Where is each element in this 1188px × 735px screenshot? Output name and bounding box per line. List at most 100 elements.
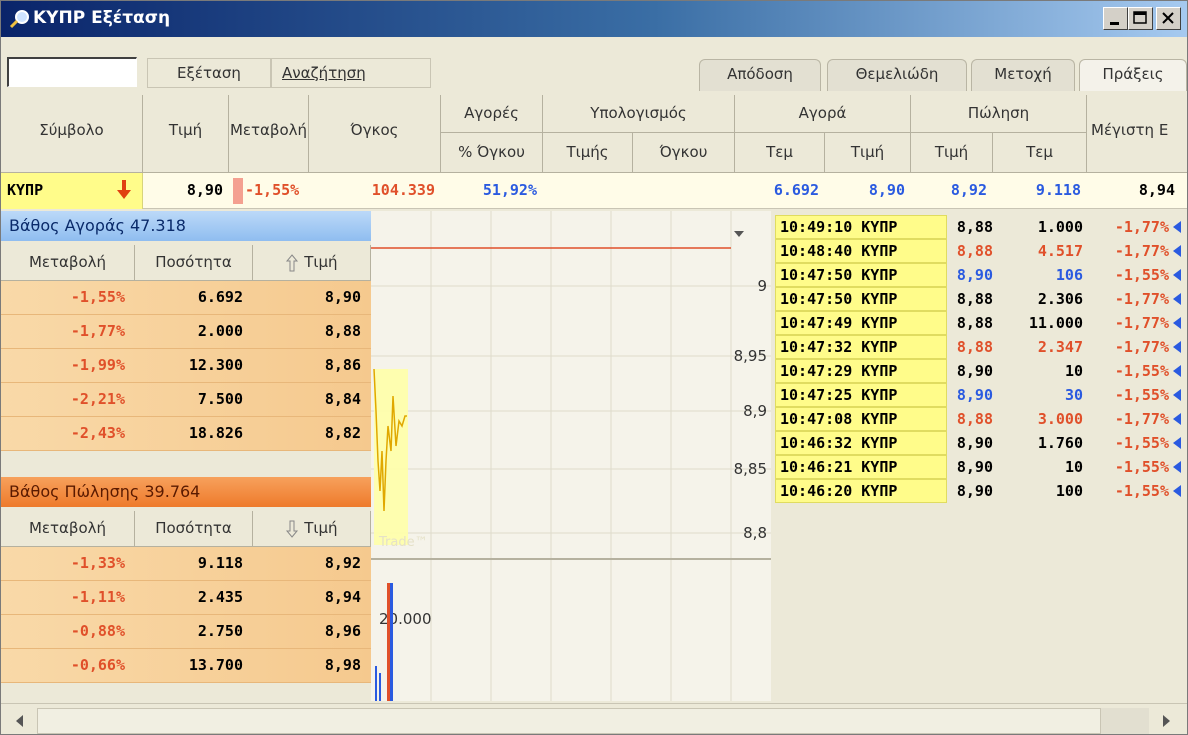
header-calc-volume[interactable]: Όγκου xyxy=(633,133,735,173)
trade-row[interactable]: 10:47:49 ΚΥΠΡ 8,88 11.000 -1,77% xyxy=(771,311,1187,335)
trade-direction-icon xyxy=(1173,413,1181,425)
trade-row[interactable]: 10:47:50 ΚΥΠΡ 8,88 2.306 -1,77% xyxy=(771,287,1187,311)
header-volume[interactable]: Όγκος xyxy=(309,95,441,173)
bid_depth-row[interactable]: -1,77% 2.000 8,88 xyxy=(1,315,371,349)
search-button[interactable]: Αναζήτηση xyxy=(271,58,431,88)
quote-volume: 104.339 xyxy=(371,181,435,199)
trade-row[interactable]: 10:47:08 ΚΥΠΡ 8,88 3.000 -1,77% xyxy=(771,407,1187,431)
trade-time: 10:46:32 ΚΥΠΡ xyxy=(775,431,947,455)
trade-row[interactable]: 10:47:25 ΚΥΠΡ 8,90 30 -1,55% xyxy=(771,383,1187,407)
header-ask-qty[interactable]: Τεμ xyxy=(993,133,1087,173)
ask_depth-price: 8,96 xyxy=(324,622,361,640)
quote-ask-qty: 9.118 xyxy=(1035,181,1081,199)
volume-bar xyxy=(387,583,390,701)
ask-col-price[interactable]: Τιμή xyxy=(253,511,371,547)
quote-symbol-cell[interactable]: ΚΥΠΡ xyxy=(1,173,143,209)
trade-time: 10:47:32 ΚΥΠΡ xyxy=(775,335,947,359)
header-symbol[interactable]: Σύμβολο xyxy=(1,95,143,173)
bid-col-price[interactable]: Τιμή xyxy=(253,245,371,281)
trade-row[interactable]: 10:48:40 ΚΥΠΡ 8,88 4.517 -1,77% xyxy=(771,239,1187,263)
bid_depth-price: 8,84 xyxy=(324,390,361,408)
trade-price: 8,90 xyxy=(956,482,993,500)
trade-qty: 4.517 xyxy=(1037,242,1083,260)
trade-change: -1,77% xyxy=(1114,314,1169,332)
trade-qty: 100 xyxy=(1055,482,1083,500)
ask_depth-row[interactable]: -0,88% 2.750 8,96 xyxy=(1,615,371,649)
ask_depth-change: -1,33% xyxy=(70,554,125,572)
scroll-thumb[interactable] xyxy=(37,708,1101,734)
horizontal-scrollbar[interactable] xyxy=(1,703,1187,734)
examine-button[interactable]: Εξέταση xyxy=(147,58,271,88)
trade-direction-icon xyxy=(1173,485,1181,497)
title-bar[interactable]: ΚΥΠΡ Εξέταση xyxy=(1,1,1187,37)
header-calc-price[interactable]: Τιμής xyxy=(543,133,633,173)
trade-qty: 11.000 xyxy=(1028,314,1083,332)
quote-table-header: Σύμβολο Τιμή Μεταβολή Όγκος Αγορές % Όγκ… xyxy=(1,95,1187,175)
bid_depth-row[interactable]: -1,99% 12.300 8,86 xyxy=(1,349,371,383)
trade-row[interactable]: 10:46:21 ΚΥΠΡ 8,90 10 -1,55% xyxy=(771,455,1187,479)
bid-col-change[interactable]: Μεταβολή xyxy=(1,245,135,281)
trade-row[interactable]: 10:47:32 ΚΥΠΡ 8,88 2.347 -1,77% xyxy=(771,335,1187,359)
ask_depth-row[interactable]: -1,11% 2.435 8,94 xyxy=(1,581,371,615)
header-price[interactable]: Τιμή xyxy=(143,95,229,173)
bid_depth-change: -1,77% xyxy=(70,322,125,340)
tab-trades[interactable]: Πράξεις xyxy=(1079,59,1187,91)
bid_depth-change: -1,99% xyxy=(70,356,125,374)
trade-change: -1,55% xyxy=(1114,458,1169,476)
trade-row[interactable]: 10:47:50 ΚΥΠΡ 8,90 106 -1,55% xyxy=(771,263,1187,287)
quote-symbol: ΚΥΠΡ xyxy=(7,181,44,199)
header-bid[interactable]: Αγορά xyxy=(735,95,911,133)
header-max[interactable]: Μέγιστη Ε xyxy=(1087,95,1187,173)
bid-col-qty[interactable]: Ποσότητα xyxy=(135,245,253,281)
trade-row[interactable]: 10:46:20 ΚΥΠΡ 8,90 100 -1,55% xyxy=(771,479,1187,503)
header-calc[interactable]: Υπολογισμός xyxy=(543,95,735,133)
trade-change: -1,55% xyxy=(1114,386,1169,404)
trade-row[interactable]: 10:47:29 ΚΥΠΡ 8,90 10 -1,55% xyxy=(771,359,1187,383)
close-button[interactable] xyxy=(1156,7,1181,30)
header-change[interactable]: Μεταβολή xyxy=(229,95,309,173)
trade-row[interactable]: 10:46:32 ΚΥΠΡ 8,90 1.760 -1,55% xyxy=(771,431,1187,455)
maximize-button[interactable] xyxy=(1128,7,1153,30)
trade-time: 10:47:25 ΚΥΠΡ xyxy=(775,383,947,407)
bid_depth-qty: 2.000 xyxy=(197,322,243,340)
ask_depth-row[interactable]: -0,66% 13.700 8,98 xyxy=(1,649,371,683)
bid_depth-row[interactable]: -1,55% 6.692 8,90 xyxy=(1,281,371,315)
scroll-track[interactable] xyxy=(1101,708,1149,734)
trade-qty: 2.347 xyxy=(1037,338,1083,356)
header-bid-price[interactable]: Τιμή xyxy=(825,133,911,173)
bid_depth-qty: 6.692 xyxy=(197,288,243,306)
sort-down-icon xyxy=(286,520,299,538)
trade-direction-icon xyxy=(1173,269,1181,281)
trade-time: 10:48:40 ΚΥΠΡ xyxy=(775,239,947,263)
intraday-chart[interactable]: 9 8,95 8,9 8,85 8,8 Trade™ 20.000 xyxy=(371,211,771,701)
symbol-input[interactable] xyxy=(7,57,137,87)
quote-window: ΚΥΠΡ Εξέταση Εξέταση Αναζήτηση Απόδοση Θ… xyxy=(0,0,1188,735)
bid_depth-row[interactable]: -2,21% 7.500 8,84 xyxy=(1,383,371,417)
header-ask-price[interactable]: Τιμή xyxy=(911,133,993,173)
bid_depth-price: 8,88 xyxy=(324,322,361,340)
trade-row[interactable]: 10:49:10 ΚΥΠΡ 8,88 1.000 -1,77% xyxy=(771,215,1187,239)
header-buys[interactable]: Αγορές xyxy=(441,95,543,133)
scroll-right-icon[interactable] xyxy=(1151,708,1181,734)
ask_depth-row[interactable]: -1,33% 9.118 8,92 xyxy=(1,547,371,581)
bid_depth-row[interactable]: -2,43% 18.826 8,82 xyxy=(1,417,371,451)
trade-qty: 1.000 xyxy=(1037,218,1083,236)
ask-col-change[interactable]: Μεταβολή xyxy=(1,511,135,547)
minimize-button[interactable] xyxy=(1103,7,1128,30)
quote-bid-qty: 6.692 xyxy=(773,181,819,199)
header-ask[interactable]: Πώληση xyxy=(911,95,1087,133)
tab-fundamentals[interactable]: Θεμελιώδη xyxy=(827,59,967,91)
ask-col-qty[interactable]: Ποσότητα xyxy=(135,511,253,547)
quote-row[interactable]: ΚΥΠΡ 8,90 -1,55% 104.339 51,92% 6.692 8,… xyxy=(1,173,1187,209)
arrow-down-icon xyxy=(117,180,131,199)
header-bid-qty[interactable]: Τεμ xyxy=(735,133,825,173)
trade-change: -1,55% xyxy=(1114,434,1169,452)
quote-bid-price: 8,90 xyxy=(868,181,905,199)
close-icon xyxy=(1162,12,1174,24)
tab-performance[interactable]: Απόδοση xyxy=(699,59,821,91)
header-buys-pct[interactable]: % Όγκου xyxy=(441,133,543,173)
bid-depth-title: Βάθος Αγοράς 47.318 xyxy=(1,211,371,241)
trade-direction-icon xyxy=(1173,245,1181,257)
tab-stock[interactable]: Μετοχή xyxy=(971,59,1075,91)
scroll-left-icon[interactable] xyxy=(5,708,35,734)
